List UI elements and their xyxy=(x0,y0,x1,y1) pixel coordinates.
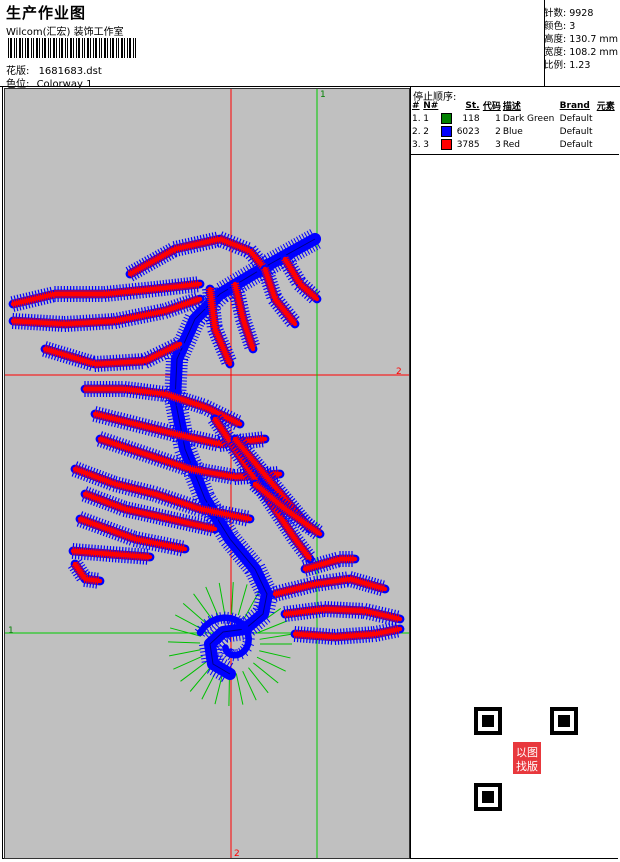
cell-code: 2 xyxy=(481,125,502,138)
col-header-number: N# xyxy=(422,99,440,112)
stamp-text: 以图 xyxy=(516,746,538,759)
design-canvas[interactable]: 1 2 1 2 xyxy=(4,88,410,859)
cell-n: 3 xyxy=(422,138,440,151)
table-header-row: # N# St. 代码 描述 Brand 元素 xyxy=(411,99,617,112)
table-divider xyxy=(411,154,619,155)
cell-idx: 3. xyxy=(411,138,422,151)
stamp-text: 找版 xyxy=(516,759,538,773)
color-sequence-table: # N# St. 代码 描述 Brand 元素 1.11181Dark Gree… xyxy=(411,99,617,151)
color-count: 颜色: 3 xyxy=(544,18,575,32)
embroidery-motif xyxy=(11,229,400,706)
cell-desc: Red xyxy=(502,138,559,151)
col-header-element: 元素 xyxy=(596,99,617,112)
cell-desc: Dark Green xyxy=(502,112,559,125)
col-header-brand: Brand xyxy=(559,99,596,112)
cell-el xyxy=(596,138,617,151)
guide-mark-bottom: 2 xyxy=(234,849,240,858)
design-scale: 比例: 1.23 xyxy=(544,57,590,71)
embroidery-preview: 1 2 1 2 xyxy=(5,89,409,858)
col-header-description: 描述 xyxy=(502,99,559,112)
barcode xyxy=(8,38,140,58)
stitch-count: 针数: 9928 xyxy=(544,5,593,19)
col-header-code: 代码 xyxy=(481,99,502,112)
cell-n: 1 xyxy=(422,112,440,125)
cell-n: 2 xyxy=(422,125,440,138)
cell-el xyxy=(596,125,617,138)
col-header-index: # xyxy=(411,99,422,112)
col-header-swatch xyxy=(440,99,454,112)
page-title: 生产作业图 xyxy=(6,2,86,23)
color-swatch-cell xyxy=(440,125,454,138)
color-swatch-cell xyxy=(440,112,454,125)
cell-brand: Default xyxy=(559,125,596,138)
stats-panel: 针数: 9928 颜色: 3 高度: 130.7 mm 宽度: 108.2 mm… xyxy=(544,0,620,86)
cell-brand: Default xyxy=(559,138,596,151)
cell-code: 3 xyxy=(481,138,502,151)
qr-code: 以图找版 xyxy=(470,703,582,815)
table-row: 2.260232BlueDefault xyxy=(411,125,617,138)
cell-brand: Default xyxy=(559,112,596,125)
cell-desc: Blue xyxy=(502,125,559,138)
cell-idx: 1. xyxy=(411,112,422,125)
guide-mark-right: 2 xyxy=(396,367,402,377)
company-name: Wilcom(汇宏) 装饰工作室 xyxy=(6,23,124,38)
cell-idx: 2. xyxy=(411,125,422,138)
cell-st: 118 xyxy=(454,112,480,125)
guide-mark-top: 1 xyxy=(320,90,326,100)
design-height: 高度: 130.7 mm xyxy=(544,31,618,45)
design-width: 宽度: 108.2 mm xyxy=(544,44,618,58)
color-swatch xyxy=(441,113,452,124)
cell-st: 3785 xyxy=(454,138,480,151)
cell-code: 1 xyxy=(481,112,502,125)
cell-st: 6023 xyxy=(454,125,480,138)
color-swatch xyxy=(441,139,452,150)
table-row: 3.337853RedDefault xyxy=(411,138,617,151)
table-row: 1.11181Dark GreenDefault xyxy=(411,112,617,125)
color-swatch xyxy=(441,126,452,137)
color-swatch-cell xyxy=(440,138,454,151)
cell-el xyxy=(596,112,617,125)
guide-mark-left: 1 xyxy=(8,626,14,636)
col-header-stitches: St. xyxy=(454,99,480,112)
